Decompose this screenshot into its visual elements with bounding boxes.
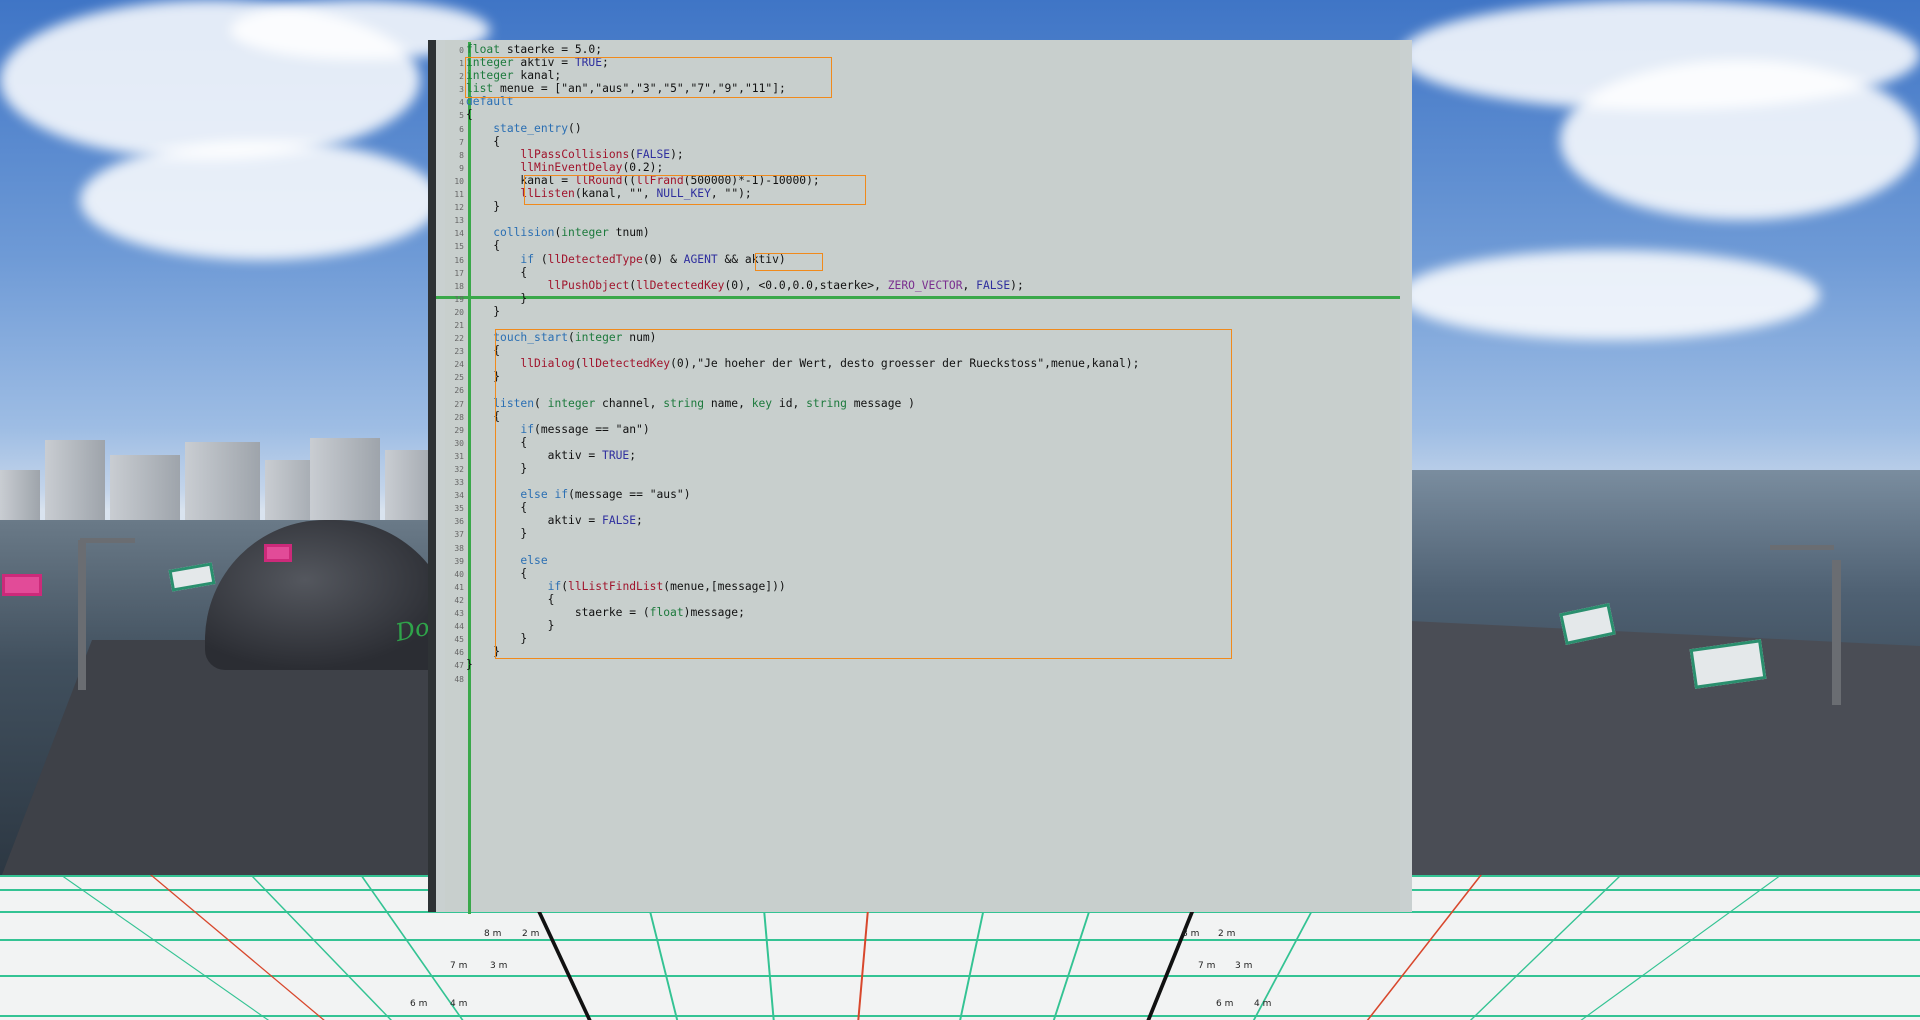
code-line: 7 {: [448, 135, 1398, 148]
code-line: 19 }: [448, 292, 1398, 305]
code-text: }: [466, 291, 528, 305]
ruler-label: 3 m: [490, 961, 508, 971]
code-line: 15 {: [448, 239, 1398, 252]
code-text: float staerke = 5.0;: [466, 43, 603, 56]
code-line: 5{: [448, 108, 1398, 121]
street-lamp: [78, 540, 86, 690]
code-line: 17 {: [448, 266, 1398, 279]
cloud: [1560, 60, 1920, 220]
ruler-label: 2 m: [1218, 929, 1236, 939]
highlight-box-handlers: [495, 329, 1232, 659]
ruler-label: 6 m: [410, 999, 428, 1009]
floating-monitor[interactable]: [264, 544, 292, 562]
ruler-label: 6 m: [1216, 999, 1234, 1009]
code-text: {: [466, 239, 501, 253]
code-line: 13: [448, 213, 1398, 226]
code-line: 20 }: [448, 305, 1398, 318]
ruler-label: 4 m: [1254, 999, 1272, 1009]
cloud: [80, 140, 440, 260]
code-line: 16 if (llDetectedType(0) & AGENT && akti…: [448, 253, 1398, 266]
ruler-label: 7 m: [1198, 961, 1216, 971]
street-lamp-arm: [1770, 545, 1834, 550]
code-text: }: [466, 304, 501, 318]
ruler-label: 4 m: [450, 999, 468, 1009]
ruler-label: 3 m: [1235, 961, 1253, 971]
ruler-label: 7 m: [450, 961, 468, 971]
street-lamp: [1832, 560, 1841, 705]
virtual-world-scene: Doku K 8 m 2 m 7 m 3 m 6 m 4: [0, 0, 1920, 1020]
line-number: 48: [454, 674, 464, 684]
code-line: 6 state_entry(): [448, 122, 1398, 135]
ruler-label: 8 m: [484, 929, 502, 939]
code-line: 48: [448, 672, 1398, 685]
ruler-label: 8 m: [1182, 929, 1200, 939]
code-line: 14 collision(integer tnum): [448, 226, 1398, 239]
highlight-box-listen-setup: [524, 175, 866, 205]
code-line: 18 llPushObject(llDetectedKey(0), <0.0,0…: [448, 279, 1398, 292]
code-line: 47}: [448, 658, 1398, 671]
code-text: {: [466, 134, 501, 148]
code-line: 9 llMinEventDelay(0.2);: [448, 161, 1398, 174]
code-text: llPushObject(llDetectedKey(0), <0.0,0.0,…: [547, 278, 1024, 292]
code-text: }: [466, 658, 473, 672]
code-text: {: [466, 265, 528, 279]
floating-monitor[interactable]: [2, 574, 42, 596]
highlight-box-globals: [465, 57, 832, 98]
highlight-box-aktiv-check: [755, 253, 823, 271]
city-skyline: [0, 430, 450, 530]
code-text: llPassCollisions(FALSE);: [520, 147, 684, 161]
code-line: 8 llPassCollisions(FALSE);: [448, 148, 1398, 161]
code-text: state_entry(): [493, 121, 582, 135]
ruler-label: 2 m: [522, 929, 540, 939]
code-text: {: [466, 108, 473, 122]
street-lamp-arm: [80, 538, 135, 543]
code-text: }: [466, 200, 501, 214]
code-text: if (llDetectedType(0) & AGENT && aktiv): [520, 252, 786, 266]
code-line: 0 float staerke = 5.0;: [448, 43, 1398, 56]
cloud: [1400, 250, 1820, 340]
code-text: collision(integer tnum): [493, 226, 650, 240]
code-text: llMinEventDelay(0.2);: [520, 160, 664, 174]
